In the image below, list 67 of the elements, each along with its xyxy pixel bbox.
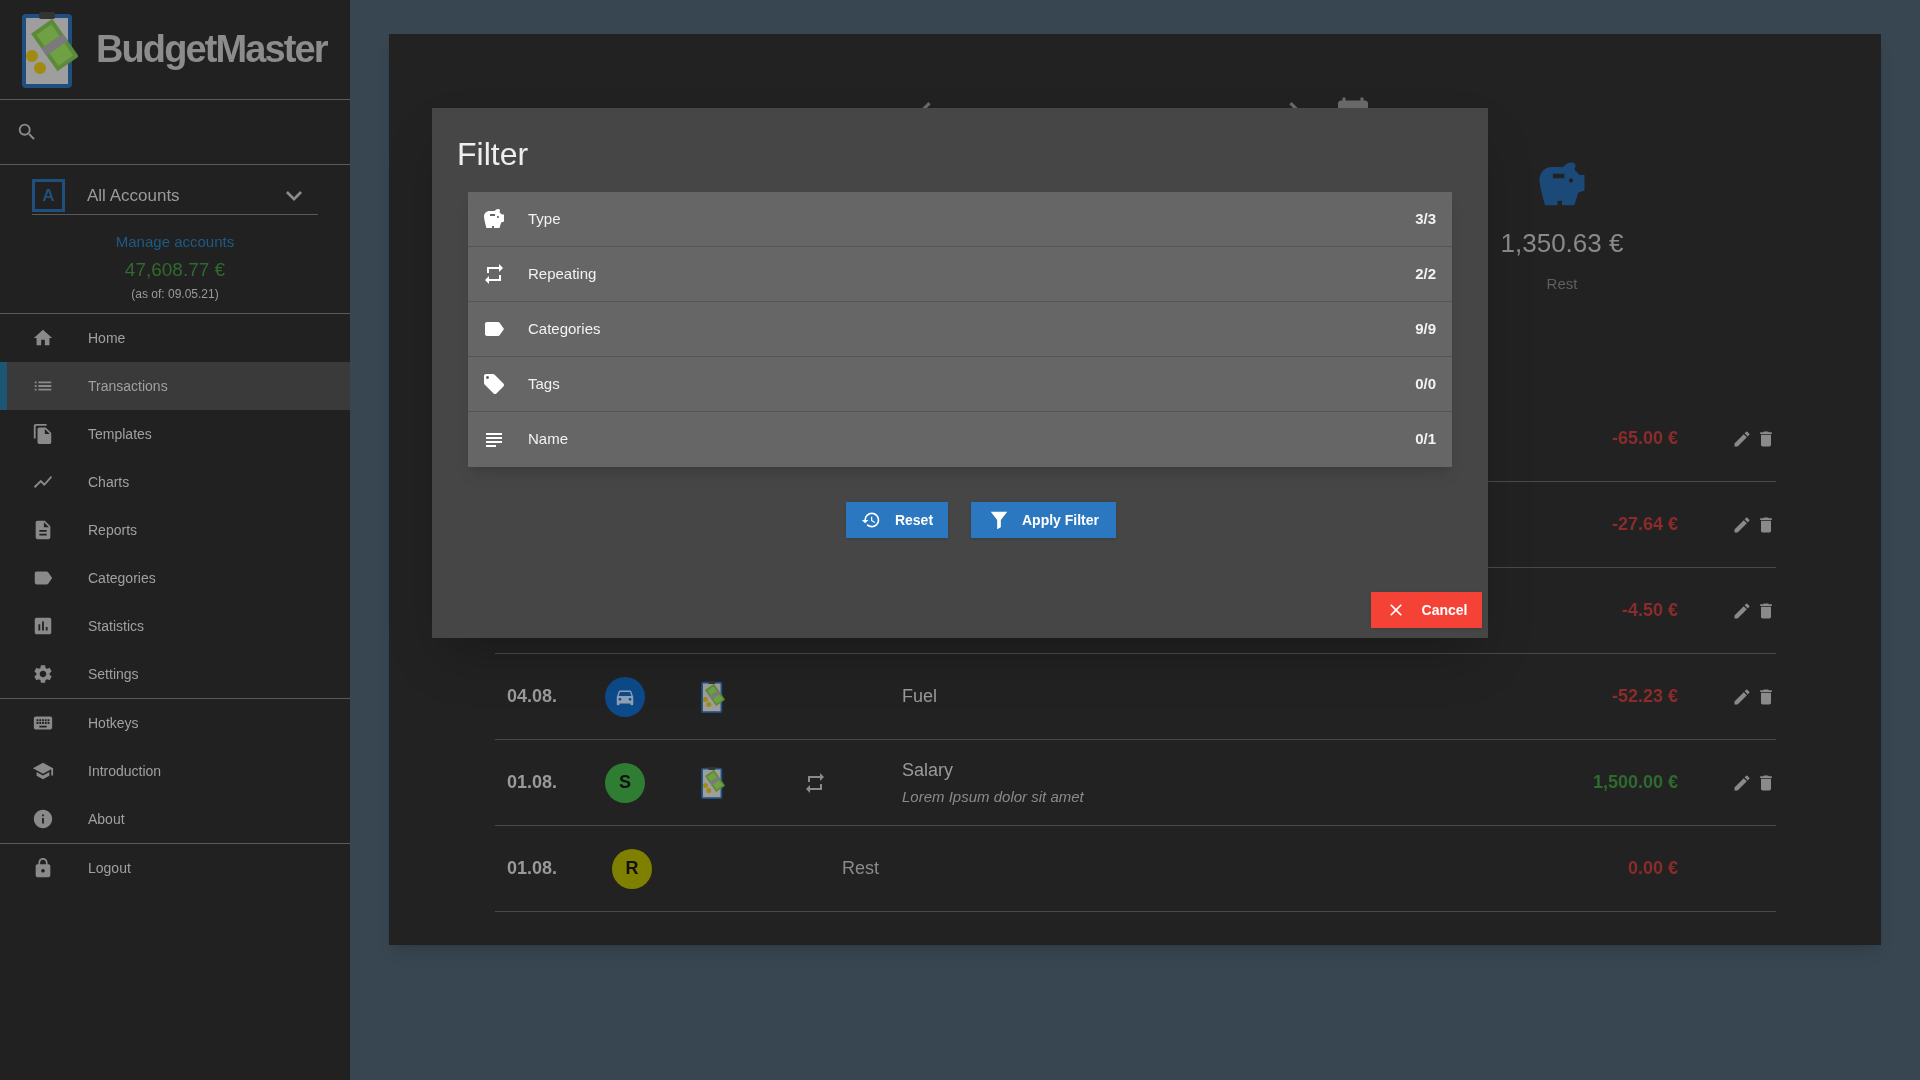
account-badge: A <box>32 179 65 212</box>
app-name: BudgetMaster <box>96 27 327 72</box>
transaction-name: Salary <box>902 758 955 782</box>
nav-item[interactable]: Reports <box>0 506 350 554</box>
filter-count: 3/3 <box>1415 208 1436 229</box>
edit-icon[interactable] <box>1732 428 1752 449</box>
edit-icon[interactable] <box>1732 600 1752 621</box>
transaction-date: 04.08. <box>507 686 558 706</box>
graduation-cap-icon <box>32 760 54 782</box>
filter-row[interactable]: Tags 0/0 <box>468 357 1452 412</box>
edit-icon[interactable] <box>1732 686 1752 707</box>
account-icon <box>701 680 725 713</box>
search-icon <box>16 121 38 143</box>
transaction-amount: -27.64 € <box>1610 513 1678 536</box>
piggy-bank-icon <box>482 207 506 231</box>
nav-item[interactable]: Logout <box>0 844 350 892</box>
chevron-down-icon <box>286 190 302 201</box>
summary-label: Rest <box>1546 274 1578 294</box>
nav-item[interactable]: Statistics <box>0 602 350 650</box>
transaction-amount: 1,500.00 € <box>1591 771 1678 794</box>
summary-amount: 1,350.63 € <box>1500 227 1624 260</box>
filter-count: 2/2 <box>1415 263 1436 284</box>
filter-count: 9/9 <box>1415 318 1436 339</box>
filter-icon <box>988 509 1010 531</box>
transaction-name: Fuel <box>902 685 938 708</box>
filter-count: 0/0 <box>1415 373 1436 394</box>
bar-chart-icon <box>32 615 54 637</box>
transaction-date: 01.08. <box>507 858 558 878</box>
tag-icon <box>482 372 506 396</box>
transaction-date: 01.08. <box>507 772 558 792</box>
nav-item[interactable]: Charts <box>0 458 350 506</box>
transaction-amount: 0.00 € <box>1626 857 1678 880</box>
cancel-button[interactable]: Cancel <box>1371 592 1482 628</box>
nav-item[interactable]: Home <box>0 314 350 362</box>
copy-icon <box>32 423 54 445</box>
transaction-amount: -65.00 € <box>1610 427 1678 450</box>
nav-item[interactable]: About <box>0 795 350 843</box>
edit-icon[interactable] <box>1732 772 1752 793</box>
nav-item[interactable]: Introduction <box>0 747 350 795</box>
balance-date: (as of: 09.05.21) <box>131 286 219 303</box>
logo-icon <box>22 11 78 88</box>
nav-item[interactable]: Templates <box>0 410 350 458</box>
reset-button[interactable]: Reset <box>846 502 948 538</box>
nav-item[interactable]: Categories <box>0 554 350 602</box>
filter-row[interactable]: Categories 9/9 <box>468 302 1452 357</box>
category-badge: R <box>612 848 652 889</box>
filter-row[interactable]: Repeating 2/2 <box>468 247 1452 302</box>
category-badge: S <box>605 762 645 803</box>
account-icon <box>701 766 725 799</box>
filter-count: 0/1 <box>1415 429 1436 450</box>
reset-icon <box>860 510 881 530</box>
transaction-name: Rest <box>842 857 880 880</box>
transaction-description: Lorem Ipsum dolor sit amet <box>902 786 1085 807</box>
settings-icon <box>32 663 54 685</box>
account-select[interactable]: A All Accounts <box>32 177 318 215</box>
nav-item[interactable]: Transactions <box>0 362 350 410</box>
info-icon <box>32 808 54 830</box>
filter-row[interactable]: Type 3/3 <box>468 192 1452 247</box>
transaction-amount: -52.23 € <box>1610 685 1678 708</box>
balance-amount: 47,608.77 € <box>124 257 226 282</box>
edit-icon[interactable] <box>1732 514 1752 535</box>
nav-item[interactable]: Settings <box>0 650 350 698</box>
apply-filter-button[interactable]: Apply Filter <box>971 502 1116 538</box>
dialog-title: Filter <box>457 135 529 174</box>
nav-item[interactable]: Hotkeys <box>0 699 350 747</box>
filter-row[interactable]: Name 0/1 <box>468 412 1452 467</box>
transaction-amount: -4.50 € <box>1620 599 1678 622</box>
